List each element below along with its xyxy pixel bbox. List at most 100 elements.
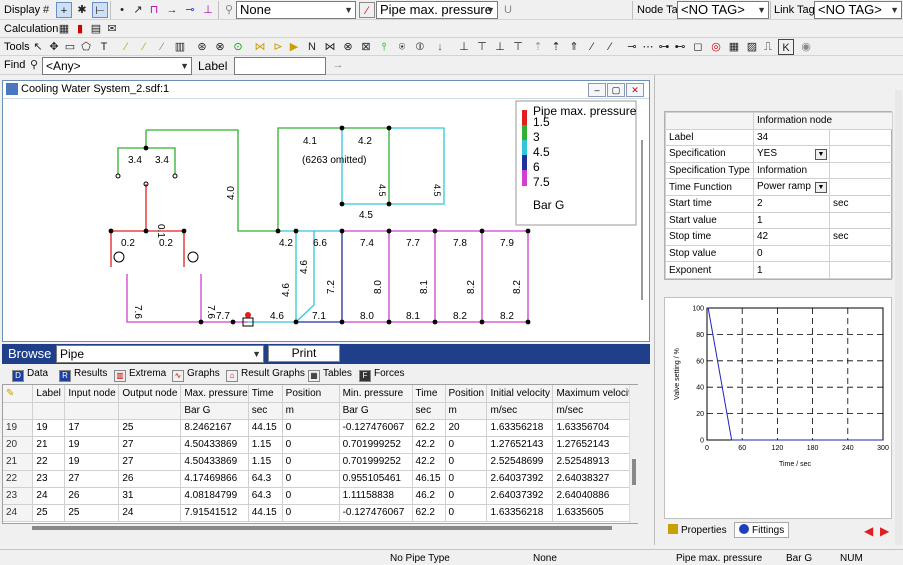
table-cell[interactable]: 1.27652143 [552,436,637,454]
col-header[interactable]: Input node [64,385,120,403]
find-combo[interactable]: <Any> ▼ [42,57,192,75]
table-cell[interactable]: 2.64037392 [486,487,554,505]
label-input[interactable] [234,57,326,75]
branch-icon[interactable]: ⊶ [656,39,672,55]
tab-properties[interactable]: Properties [668,524,727,536]
pipe-icon[interactable]: ⁄ [118,39,134,55]
table-cell[interactable]: 1.15 [248,436,283,454]
link-icon[interactable]: ↗ [130,2,146,18]
node[interactable] [432,228,438,234]
row-number[interactable]: 24 [3,504,34,522]
image-icon[interactable]: ▨ [744,39,760,55]
table-cell[interactable]: 0 [445,453,488,471]
row-number[interactable]: 20 [3,436,34,454]
table-cell[interactable]: 2.64038327 [552,470,637,488]
node[interactable] [339,125,345,131]
junction-icon[interactable]: ⊷ [672,39,688,55]
node[interactable] [479,228,485,234]
node[interactable] [432,319,438,325]
tank-icon[interactable] [115,173,121,179]
table-cell[interactable]: 22 [32,453,66,471]
asterisk-icon[interactable]: ✱ [74,2,90,18]
rect-select-icon[interactable]: ▭ [62,39,78,55]
table-cell[interactable]: 64.3 [248,487,283,505]
relief-valve-icon[interactable]: ⫯ [376,39,392,55]
table-cell[interactable]: 0 [282,436,340,454]
table-cell[interactable]: 1.15 [248,453,283,471]
table-cell[interactable]: 4.50433869 [180,436,249,454]
table-cell[interactable]: 0.701999252 [339,453,413,471]
next-arrow-icon[interactable]: ▶ [880,524,889,538]
tab-extrema[interactable]: ▥ Extrema [114,368,166,382]
grid-tool-icon[interactable]: ▦ [726,39,742,55]
vessel-icon[interactable]: ⍟ [394,39,410,55]
table-cell[interactable]: 2.52548699 [486,453,554,471]
tab-tables[interactable]: ▦ Tables [308,368,352,382]
tab-forces[interactable]: F Forces [359,368,405,382]
table-cell[interactable]: 31 [118,487,182,505]
table-cell[interactable]: 0.955105461 [339,470,413,488]
node[interactable] [525,228,531,234]
table-row[interactable]: 24 25 25 24 7.91541512 44.15 0 -0.127476067 62.2… [3,504,637,522]
chevron-down-icon[interactable]: ▼ [815,182,827,194]
table-row[interactable]: 23 24 26 31 4.08184799 64.3 0 1.11158838 46.2 0 2.… [3,487,637,505]
pump3-tool-icon[interactable]: ⊙ [230,39,246,55]
property-row[interactable]: Specification Type Information [665,161,893,180]
property-row[interactable]: Specification YES ▼ [665,145,893,163]
scrollbar-thumb[interactable] [632,459,636,485]
pipe3-icon[interactable]: ⁄ [154,39,170,55]
property-value[interactable]: 34 [753,128,830,147]
play-icon[interactable]: ▶ [286,39,302,55]
grid-vertical-scrollbar[interactable] [629,385,638,523]
node[interactable] [525,319,531,325]
pan-icon[interactable]: ✥ [46,39,62,55]
table-row[interactable]: 19 19 17 25 8.2462167 44.15 0 -0.127476067 62.2 2… [3,419,637,437]
row-number[interactable]: 22 [3,470,34,488]
property-row[interactable]: Label 34 [665,128,893,147]
tab-data[interactable]: D Data [12,368,48,382]
selected-node-marker[interactable] [245,312,251,318]
fitting-icon[interactable]: ⊸ [624,39,640,55]
restriction-icon[interactable]: ⋈ [322,39,338,55]
col-header[interactable]: Label [32,385,66,403]
table-cell[interactable]: 27 [118,436,182,454]
col-header[interactable]: Initial velocity [486,385,554,403]
table-cell[interactable]: 27 [64,470,120,488]
property-row[interactable]: Start value 1 [665,211,893,230]
tab-results[interactable]: R Results [59,368,107,382]
property-value[interactable]: 1 [753,261,830,279]
table-cell[interactable]: 46.15 [412,470,446,488]
tank3-icon[interactable]: ⊥ [492,39,508,55]
property-row[interactable]: Stop time 42 sec [665,228,893,246]
table-cell[interactable]: 44.15 [248,504,283,522]
arrow-right-icon[interactable]: → [164,2,180,18]
tank-icon[interactable]: ⊥ [456,39,472,55]
table-cell[interactable]: 0 [445,470,488,488]
table-cell[interactable]: 0 [282,487,340,505]
node[interactable] [198,319,204,325]
table-cell[interactable]: 19 [32,419,66,437]
browse-type-combo[interactable]: Pipe ▼ [56,345,264,363]
table-cell[interactable]: 4.17469866 [180,470,249,488]
print-button[interactable]: Print [268,345,340,362]
calculator-icon[interactable]: ▦ [56,21,72,37]
col-header[interactable]: Time [248,385,283,403]
node[interactable] [293,228,299,234]
dots-icon[interactable]: ⋯ [640,39,656,55]
table-cell[interactable]: 62.2 [412,504,446,522]
snap-icon[interactable]: ⊢ [92,2,108,18]
row-number[interactable]: 21 [3,453,34,471]
table-cell[interactable]: 0 [282,419,340,437]
results-grid[interactable]: ✎ Label Input node Output node Max. pres… [2,384,638,524]
box-icon[interactable]: ◻ [690,39,706,55]
property-value[interactable]: Information [753,161,830,180]
chevron-down-icon[interactable]: ▼ [815,148,827,160]
pointer-icon[interactable]: ↖ [30,39,46,55]
pipe[interactable] [146,129,278,232]
maximize-button[interactable]: ▢ [607,83,625,97]
valve-icon[interactable]: ⋈ [252,39,268,55]
table-cell[interactable]: -0.127476067 [339,504,413,522]
table-cell[interactable]: 26 [64,487,120,505]
table-cell[interactable]: 0 [282,504,340,522]
up-arrow-gray-icon[interactable]: ⇡ [530,39,546,55]
